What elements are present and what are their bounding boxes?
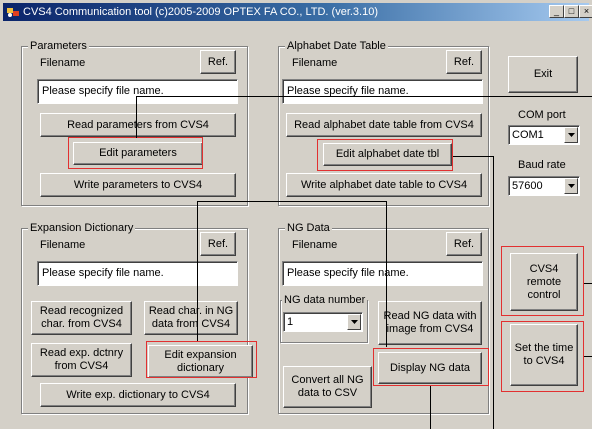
read-char-in-ng-data-button[interactable]: Read char. in NG data from CVS4 xyxy=(144,301,238,335)
com-port-select[interactable]: COM1 xyxy=(508,125,580,145)
alphabet-legend: Alphabet Date Table xyxy=(285,40,388,53)
highlight-display-ng-data xyxy=(373,348,489,386)
com-port-label: COM port xyxy=(518,109,566,121)
callout-line-parameters-h xyxy=(136,96,592,97)
parameters-legend: Parameters xyxy=(28,40,89,53)
expansion-legend: Expansion Dictionary xyxy=(28,222,136,235)
write-alphabet-table-button[interactable]: Write alphabet date table to CVS4 xyxy=(286,173,482,197)
ng-data-number-legend: NG data number xyxy=(282,294,368,307)
highlight-edit-parameters xyxy=(68,137,203,169)
baud-rate-value: 57600 xyxy=(512,180,543,192)
minimize-button[interactable]: _ xyxy=(549,5,564,18)
callout-line-alphabet-v xyxy=(493,156,494,429)
exit-button[interactable]: Exit xyxy=(508,56,578,93)
callout-line-parameters-v xyxy=(136,96,137,138)
callout-line-set-time xyxy=(584,356,592,357)
callout-line-expansion-h xyxy=(197,201,387,202)
expansion-ref-button[interactable]: Ref. xyxy=(200,232,236,256)
close-button[interactable]: × xyxy=(579,5,592,18)
parameters-filename-field[interactable]: Please specify file name. xyxy=(37,79,238,104)
read-parameters-button[interactable]: Read parameters from CVS4 xyxy=(40,113,236,137)
expansion-filename-field[interactable]: Please specify file name. xyxy=(37,261,238,286)
alphabet-ref-button[interactable]: Ref. xyxy=(446,50,482,74)
highlight-remote-control xyxy=(501,246,584,316)
highlight-edit-alphabet xyxy=(317,139,453,171)
chevron-down-icon[interactable] xyxy=(564,178,578,194)
ng-data-number-value: 1 xyxy=(287,316,294,328)
read-exp-dictionary-button[interactable]: Read exp. dctnry from CVS4 xyxy=(31,343,132,377)
write-exp-dictionary-button[interactable]: Write exp. dictionary to CVS4 xyxy=(40,383,236,407)
callout-line-remote xyxy=(584,283,592,284)
chevron-down-icon[interactable] xyxy=(347,314,361,330)
parameters-ref-button[interactable]: Ref. xyxy=(200,50,236,74)
alphabet-filename-field[interactable]: Please specify file name. xyxy=(282,79,483,104)
chevron-down-icon[interactable] xyxy=(564,127,578,143)
com-port-value: COM1 xyxy=(512,129,544,141)
title-bar[interactable]: CVS4 Communication tool (c)2005-2009 OPT… xyxy=(3,3,592,21)
callout-line-alphabet-h xyxy=(453,156,494,157)
write-parameters-button[interactable]: Write parameters to CVS4 xyxy=(40,173,236,197)
expansion-filename-label: Filename xyxy=(40,239,86,251)
callout-line-expansion-v2 xyxy=(386,201,387,347)
window-title: CVS4 Communication tool (c)2005-2009 OPT… xyxy=(23,6,378,18)
highlight-set-time xyxy=(501,321,584,392)
callout-line-display-ng xyxy=(430,386,431,429)
alphabet-filename-label: Filename xyxy=(292,57,338,69)
main-window: CVS4 Communication tool (c)2005-2009 OPT… xyxy=(0,0,592,429)
parameters-filename-label: Filename xyxy=(40,57,86,69)
read-ng-data-with-image-button[interactable]: Read NG data with image from CVS4 xyxy=(378,301,482,345)
baud-rate-label: Baud rate xyxy=(518,159,566,171)
read-alphabet-table-button[interactable]: Read alphabet date table from CVS4 xyxy=(286,113,482,137)
maximize-button[interactable]: □ xyxy=(564,5,579,18)
callout-line-expansion-v xyxy=(197,201,198,341)
ng-data-number-select[interactable]: 1 xyxy=(283,312,363,332)
read-recognized-char-button[interactable]: Read recognized char. from CVS4 xyxy=(31,301,132,335)
ng-ref-button[interactable]: Ref. xyxy=(446,232,482,256)
app-icon xyxy=(7,8,19,17)
ng-filename-label: Filename xyxy=(292,239,338,251)
ng-legend: NG Data xyxy=(285,222,332,235)
ng-filename-field[interactable]: Please specify file name. xyxy=(282,261,483,286)
baud-rate-select[interactable]: 57600 xyxy=(508,176,580,196)
convert-ng-data-to-csv-button[interactable]: Convert all NG data to CSV xyxy=(283,366,372,408)
highlight-edit-expansion xyxy=(146,341,257,378)
